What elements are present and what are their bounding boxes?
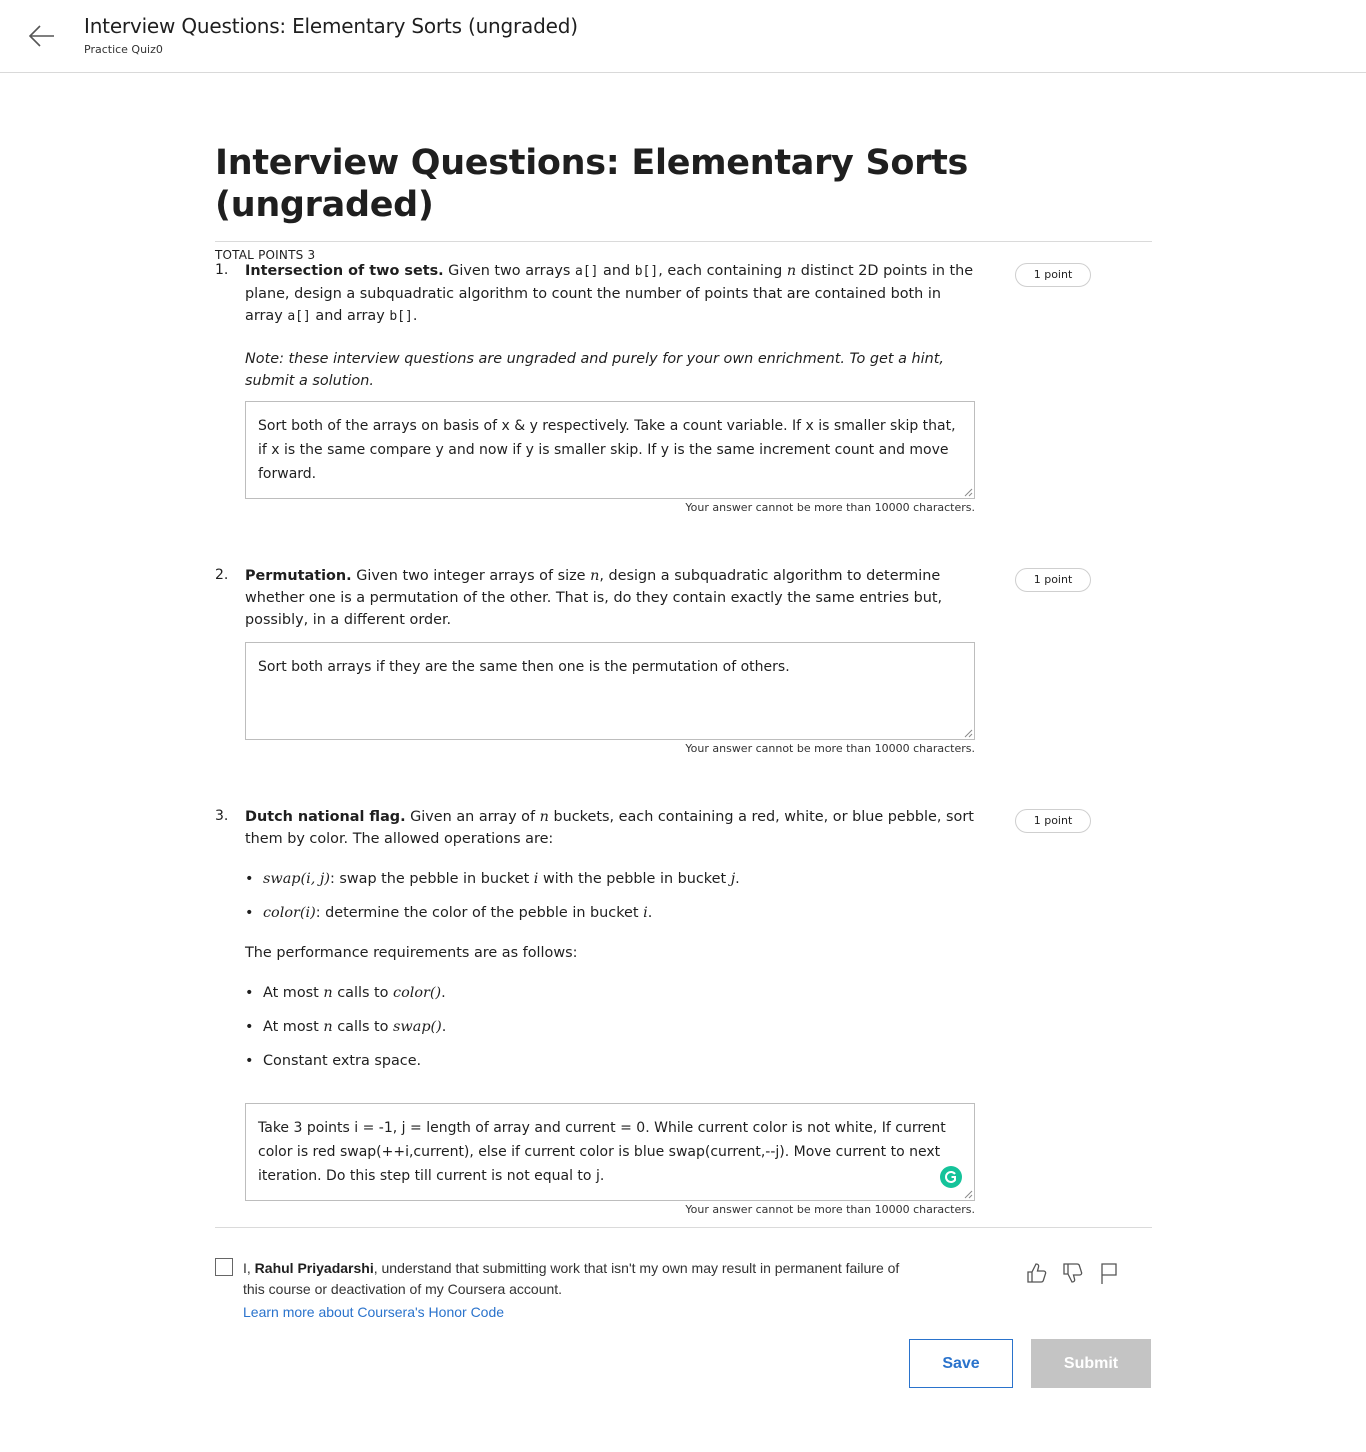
- prompt-text: calls to: [332, 985, 394, 1001]
- question-title: Dutch national flag.: [245, 809, 406, 825]
- prompt-text: .: [441, 1019, 447, 1035]
- grammarly-icon[interactable]: [940, 1166, 962, 1188]
- prompt-text: Given two integer arrays of size: [351, 568, 591, 584]
- math-var: n: [323, 985, 333, 1001]
- char-limit-note: Your answer cannot be more than 10000 ch…: [685, 1203, 975, 1216]
- prompt-text: and array: [310, 308, 390, 324]
- answer-textarea[interactable]: Sort both of the arrays on basis of x & …: [245, 401, 975, 499]
- prompt-text: , each containing: [658, 263, 787, 279]
- prompt-text: .: [441, 985, 446, 1001]
- grammarly-g-icon: [945, 1171, 956, 1183]
- prompt-text: .: [647, 905, 653, 921]
- math-expr: swap(i, j): [263, 871, 330, 887]
- points-badge: 1 point: [1015, 263, 1091, 287]
- save-button[interactable]: Save: [909, 1339, 1013, 1388]
- math-expr: swap(): [393, 1019, 442, 1035]
- question-prompt: Intersection of two sets. Given two arra…: [245, 260, 975, 392]
- resize-handle-icon[interactable]: [964, 729, 973, 738]
- divider: [215, 1227, 1152, 1228]
- math-var: n: [786, 263, 797, 279]
- learner-name: Rahul Priyadarshi: [254, 1260, 374, 1276]
- math-expr: color(i): [263, 905, 316, 921]
- honor-checkbox[interactable]: [215, 1258, 233, 1276]
- header-title: Interview Questions: Elementary Sorts (u…: [84, 14, 578, 38]
- honor-statement: I, Rahul Priyadarshi, understand that su…: [243, 1258, 923, 1300]
- honor-text-prefix: I,: [243, 1260, 255, 1276]
- prompt-text: Given two arrays: [443, 263, 575, 279]
- answer-text: Take 3 points i = -1, j = length of arra…: [258, 1120, 946, 1184]
- header-subtitle: Practice Quiz0: [84, 43, 163, 56]
- math-var: n: [539, 809, 549, 825]
- question-number: 2.: [215, 567, 229, 583]
- question-note: Note: these interview questions are ungr…: [245, 351, 944, 389]
- prompt-text: Constant extra space.: [263, 1053, 422, 1069]
- top-bar: Interview Questions: Elementary Sorts (u…: [0, 0, 1366, 73]
- list-item: Constant extra space.: [245, 1050, 975, 1072]
- answer-text: Sort both of the arrays on basis of x & …: [258, 418, 956, 482]
- prompt-text: At most: [263, 985, 324, 1001]
- code-token: b[]: [634, 264, 659, 279]
- list-item: At most n calls to swap().: [245, 1016, 975, 1038]
- perf-intro: The performance requirements are as foll…: [245, 945, 578, 961]
- prompt-text: .: [412, 308, 418, 324]
- prompt-text: with the pebble in bucket: [538, 871, 731, 887]
- divider: [215, 241, 1152, 242]
- question-prompt: Permutation. Given two integer arrays of…: [245, 565, 975, 631]
- answer-textarea[interactable]: Take 3 points i = -1, j = length of arra…: [245, 1103, 975, 1201]
- thumbs-down-icon[interactable]: [1061, 1260, 1085, 1286]
- prompt-text: .: [735, 871, 740, 887]
- code-token: a[]: [287, 309, 311, 324]
- thumbs-up-icon[interactable]: [1025, 1260, 1049, 1286]
- back-button[interactable]: [26, 22, 58, 50]
- math-var: n: [590, 568, 600, 584]
- list-item: swap(i, j): swap the pebble in bucket i …: [245, 868, 975, 890]
- flag-icon[interactable]: [1097, 1260, 1121, 1286]
- answer-textarea[interactable]: Sort both arrays if they are the same th…: [245, 642, 975, 740]
- requirements-list: At most n calls to color(). At most n ca…: [245, 982, 975, 1072]
- list-item: At most n calls to color().: [245, 982, 975, 1004]
- arrow-left-icon: [28, 25, 54, 47]
- points-badge: 1 point: [1015, 568, 1091, 592]
- question-number: 3.: [215, 808, 229, 824]
- question-title: Intersection of two sets.: [245, 263, 444, 279]
- question-title: Permutation.: [245, 568, 352, 584]
- prompt-text: : swap the pebble in bucket: [329, 871, 534, 887]
- prompt-text: : determine the color of the pebble in b…: [315, 905, 644, 921]
- math-expr: color(): [393, 985, 442, 1001]
- question-number: 1.: [215, 262, 229, 278]
- question-text: Intersection of two sets. Given two arra…: [245, 260, 975, 328]
- submit-button[interactable]: Submit: [1031, 1339, 1151, 1388]
- char-limit-note: Your answer cannot be more than 10000 ch…: [685, 742, 975, 755]
- resize-handle-icon[interactable]: [964, 488, 973, 497]
- honor-code-link[interactable]: Learn more about Coursera's Honor Code: [243, 1304, 504, 1320]
- prompt-text: At most: [263, 1019, 324, 1035]
- feedback-icons: [1025, 1260, 1125, 1288]
- char-limit-note: Your answer cannot be more than 10000 ch…: [685, 501, 975, 514]
- page-title: Interview Questions: Elementary Sorts (u…: [215, 143, 969, 225]
- code-token: a[]: [575, 264, 599, 279]
- code-token: b[]: [389, 309, 413, 324]
- resize-handle-icon[interactable]: [964, 1190, 973, 1199]
- prompt-text: Given an array of: [405, 809, 540, 825]
- quiz-header: Interview Questions: Elementary Sorts (u…: [215, 142, 1152, 262]
- prompt-text: and: [598, 263, 635, 279]
- answer-text: Sort both arrays if they are the same th…: [258, 659, 790, 675]
- points-badge: 1 point: [1015, 809, 1091, 833]
- math-var: n: [323, 1019, 333, 1035]
- operations-list: swap(i, j): swap the pebble in bucket i …: [245, 868, 975, 924]
- question-prompt: Dutch national flag. Given an array of n…: [245, 806, 975, 1084]
- question-text: Dutch national flag. Given an array of n…: [245, 806, 975, 850]
- list-item: color(i): determine the color of the peb…: [245, 902, 975, 924]
- prompt-text: calls to: [332, 1019, 394, 1035]
